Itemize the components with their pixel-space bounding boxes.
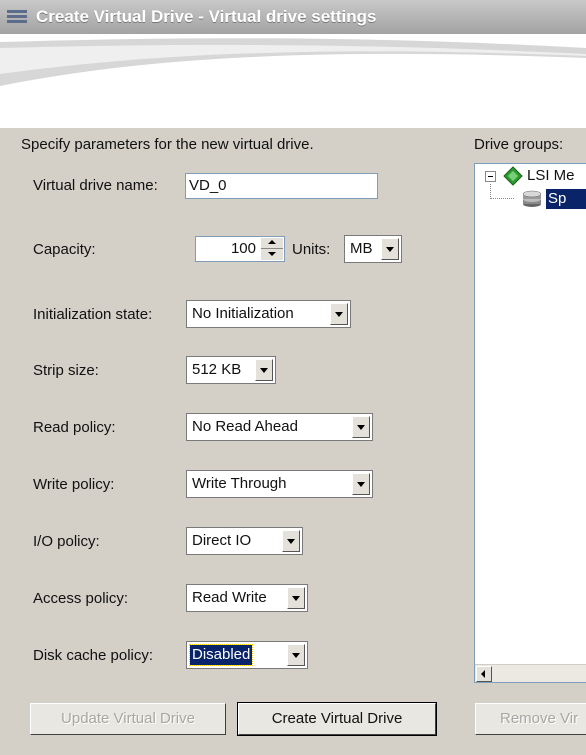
capacity-stepper[interactable]: 100 [195, 236, 285, 262]
initialization-select[interactable]: No Initialization [186, 300, 351, 328]
capacity-spin-down-button[interactable] [261, 249, 283, 260]
chevron-down-icon[interactable] [287, 587, 305, 609]
scroll-left-button[interactable] [476, 666, 492, 682]
io-label: I/O policy: [33, 533, 100, 550]
read-policy-value: No Read Ahead [192, 418, 298, 435]
settings-panel: Specify parameters for the new virtual d… [0, 128, 586, 755]
window-icon [7, 10, 27, 23]
chevron-down-icon[interactable] [330, 303, 348, 325]
form-heading: Specify parameters for the new virtual d… [21, 136, 314, 153]
strip-label: Strip size: [33, 362, 99, 379]
tree-line [490, 184, 492, 199]
chevron-down-icon[interactable] [287, 644, 305, 666]
remove-virtual-drive-button[interactable]: Remove Vir [475, 703, 586, 735]
banner-swoosh [0, 38, 586, 86]
capacity-label: Capacity: [33, 241, 96, 258]
controller-icon [503, 166, 523, 186]
drive-group-icon [522, 190, 542, 207]
window-title: Create Virtual Drive - Virtual drive set… [36, 7, 377, 26]
spin-down-icon [268, 252, 276, 256]
wizard-banner [0, 34, 586, 128]
io-policy-select[interactable]: Direct IO [186, 527, 303, 555]
tree-line [490, 198, 514, 200]
drive-groups-tree[interactable]: LSI Me Sp [474, 163, 586, 683]
init-label: Initialization state: [33, 306, 153, 323]
tree-node-controller-label: LSI Me [527, 167, 575, 184]
access-policy-select[interactable]: Read Write [186, 584, 308, 612]
strip-size-value: 512 KB [192, 361, 242, 378]
disk-cache-label: Disk cache policy: [33, 647, 154, 664]
disk-cache-policy-value: Disabled [188, 644, 254, 666]
update-virtual-drive-button[interactable]: Update Virtual Drive [30, 703, 226, 735]
chevron-down-icon[interactable] [255, 359, 273, 381]
capacity-spin-up-button[interactable] [261, 238, 283, 249]
chevron-down-icon[interactable] [282, 530, 300, 552]
name-label: Virtual drive name: [33, 177, 158, 194]
title-bar: Create Virtual Drive - Virtual drive set… [0, 0, 586, 34]
read-label: Read policy: [33, 419, 116, 436]
write-policy-select[interactable]: Write Through [186, 470, 373, 498]
spin-up-icon [268, 240, 276, 244]
disk-cache-policy-select[interactable]: Disabled [186, 641, 308, 669]
write-label: Write policy: [33, 476, 115, 493]
scroll-left-icon [481, 670, 485, 678]
chevron-down-icon[interactable] [381, 238, 399, 260]
read-policy-select[interactable]: No Read Ahead [186, 413, 373, 441]
horizontal-scrollbar[interactable] [475, 664, 586, 682]
virtual-drive-name-input[interactable]: VD_0 [185, 173, 378, 199]
units-label: Units: [292, 241, 331, 258]
io-policy-value: Direct IO [192, 532, 252, 549]
capacity-value: 100 [230, 240, 256, 257]
chevron-down-icon[interactable] [352, 473, 370, 495]
create-virtual-drive-button[interactable]: Create Virtual Drive [237, 702, 437, 736]
chevron-down-icon[interactable] [352, 416, 370, 438]
write-policy-value: Write Through [192, 475, 287, 492]
strip-size-select[interactable]: 512 KB [186, 356, 276, 384]
units-value: MB [350, 240, 373, 257]
drive-groups-label: Drive groups: [474, 136, 564, 153]
collapse-icon[interactable] [485, 171, 496, 182]
access-label: Access policy: [33, 590, 129, 607]
access-policy-value: Read Write [192, 589, 267, 606]
initialization-value: No Initialization [192, 305, 294, 322]
units-select[interactable]: MB [344, 235, 402, 263]
tree-node-drive-group-label: Sp [546, 189, 586, 209]
